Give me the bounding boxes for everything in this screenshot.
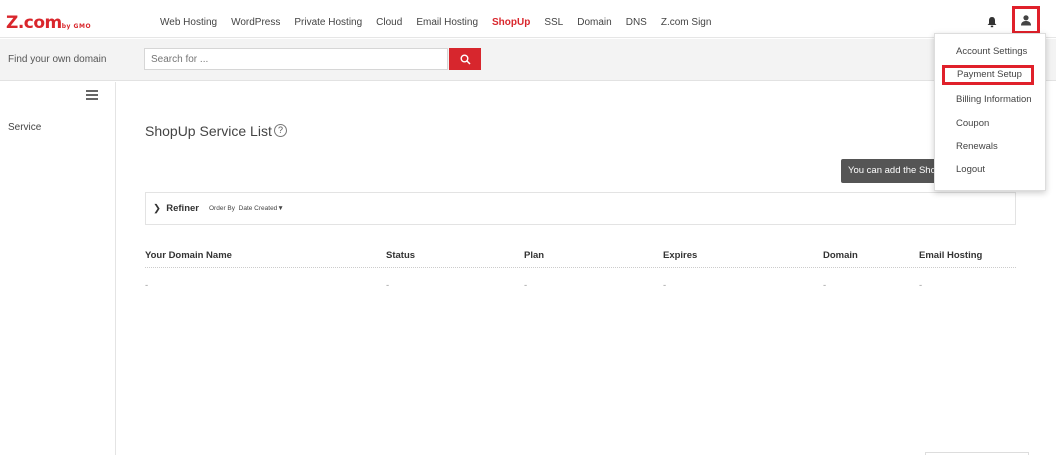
- col-domain[interactable]: Domain: [823, 250, 858, 261]
- col-domain-name[interactable]: Your Domain Name: [145, 250, 232, 261]
- cell-domain-name: -: [145, 280, 149, 291]
- search-button[interactable]: [449, 48, 481, 70]
- nav-wordpress[interactable]: WordPress: [231, 17, 280, 28]
- col-expires[interactable]: Expires: [663, 250, 697, 261]
- cell-expires: -: [663, 280, 667, 291]
- hamburger-icon[interactable]: [86, 90, 98, 100]
- col-status[interactable]: Status: [386, 250, 415, 261]
- caret-down-icon: ▼: [277, 205, 284, 212]
- col-email-hosting[interactable]: Email Hosting: [919, 250, 982, 261]
- user-dropdown-menu: Account Settings Payment Setup Billing I…: [934, 33, 1046, 191]
- menu-coupon[interactable]: Coupon: [956, 118, 989, 129]
- menu-renewals[interactable]: Renewals: [956, 141, 998, 152]
- main-content: ShopUp Service List ? You can add the Sh…: [117, 82, 1056, 455]
- table-row: - - - - - -: [145, 280, 1016, 294]
- user-icon: [1021, 15, 1031, 26]
- menu-logout[interactable]: Logout: [956, 164, 985, 175]
- cell-email-hosting: -: [919, 280, 923, 291]
- order-by-select[interactable]: Order By Date Created▼: [209, 205, 284, 212]
- cell-domain: -: [823, 280, 827, 291]
- main-nav: Web Hosting WordPress Private Hosting Cl…: [160, 17, 725, 28]
- table-header: Your Domain Name Status Plan Expires Dom…: [145, 248, 1016, 268]
- nav-domain[interactable]: Domain: [577, 17, 611, 28]
- page-title: ShopUp Service List: [145, 123, 272, 139]
- zcom-logo[interactable]: Z.comby GMO: [6, 13, 91, 33]
- menu-billing-information[interactable]: Billing Information: [956, 94, 1032, 105]
- menu-payment-setup[interactable]: Payment Setup: [942, 65, 1034, 85]
- cell-plan: -: [524, 280, 528, 291]
- nav-zcom-sign[interactable]: Z.com Sign: [661, 17, 712, 28]
- domain-search-bar: Find your own domain: [0, 39, 1056, 81]
- top-navbar: Z.comby GMO Web Hosting WordPress Privat…: [0, 4, 1056, 38]
- nav-web-hosting[interactable]: Web Hosting: [160, 17, 217, 28]
- user-menu-button[interactable]: [1012, 6, 1040, 34]
- sidebar: Service: [0, 82, 116, 455]
- bell-icon[interactable]: [986, 16, 998, 28]
- cell-status: -: [386, 280, 390, 291]
- nav-ssl[interactable]: SSL: [544, 17, 563, 28]
- nav-email-hosting[interactable]: Email Hosting: [416, 17, 478, 28]
- nav-dns[interactable]: DNS: [626, 17, 647, 28]
- nav-private-hosting[interactable]: Private Hosting: [294, 17, 362, 28]
- domain-search-input[interactable]: [144, 48, 448, 70]
- menu-account-settings[interactable]: Account Settings: [956, 46, 1027, 57]
- sidebar-item-service[interactable]: Service: [8, 122, 41, 133]
- nav-shopup[interactable]: ShopUp: [492, 17, 530, 28]
- help-icon[interactable]: ?: [274, 124, 287, 137]
- find-domain-label: Find your own domain: [8, 54, 107, 65]
- search-icon: [460, 54, 471, 65]
- refiner-panel: ❯ Refiner Order By Date Created▼: [145, 192, 1016, 225]
- refiner-toggle[interactable]: ❯ Refiner: [153, 203, 199, 214]
- chevron-right-icon: ❯: [153, 203, 167, 214]
- nav-cloud[interactable]: Cloud: [376, 17, 402, 28]
- col-plan[interactable]: Plan: [524, 250, 544, 261]
